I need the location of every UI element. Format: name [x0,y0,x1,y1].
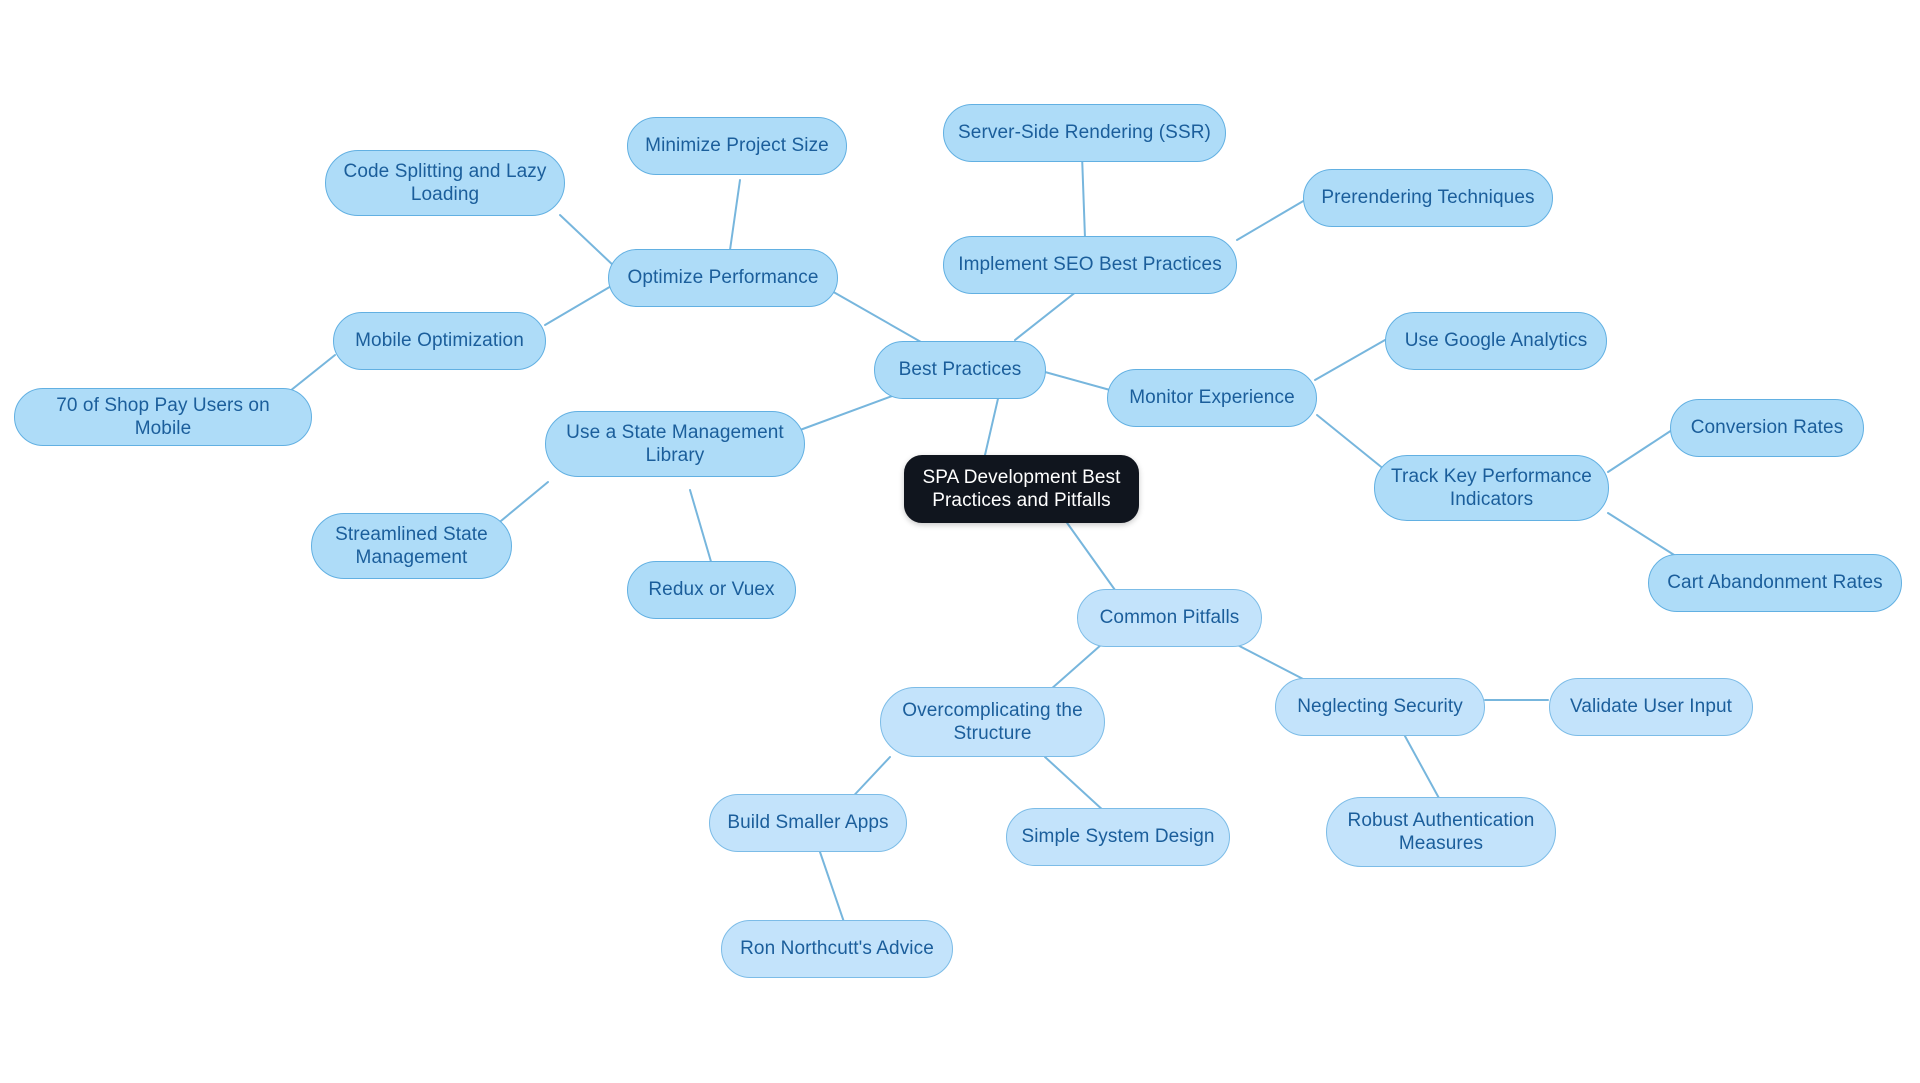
edge-build-ron [819,851,846,926]
node-overcomplicating-the-structure[interactable]: Overcomplicating the Structure [880,687,1105,757]
node-common-pitfalls[interactable]: Common Pitfalls [1077,589,1262,647]
edge-kpi-conversion [1607,429,1673,473]
node-cart-abandonment-rates[interactable]: Cart Abandonment Rates [1648,554,1902,612]
node-neglecting-security[interactable]: Neglecting Security [1275,678,1485,736]
node-monitor-experience[interactable]: Monitor Experience [1107,369,1317,427]
node-prerendering-techniques[interactable]: Prerendering Techniques [1303,169,1553,227]
node-track-key-performance-indicators[interactable]: Track Key Performance Indicators [1374,455,1609,521]
node-implement-seo-best-practices[interactable]: Implement SEO Best Practices [943,236,1237,294]
edge-oc-simpledesign [1044,756,1106,813]
node-minimize-project-size[interactable]: Minimize Project Size [627,117,847,175]
node-best-practices[interactable]: Best Practices [874,341,1046,399]
edge-bp-monitor [1044,371,1111,391]
node-mobile-optimization[interactable]: Mobile Optimization [333,312,546,370]
edge-seo-prerender [1236,199,1306,241]
node-server-side-rendering[interactable]: Server-Side Rendering (SSR) [943,104,1226,162]
edge-root-best-practices [984,389,1001,456]
node-validate-user-input[interactable]: Validate User Input [1549,678,1753,736]
edge-monitor-ga [1314,339,1386,381]
node-simple-system-design[interactable]: Simple System Design [1006,808,1230,866]
node-ron-northcutts-advice[interactable]: Ron Northcutt's Advice [721,920,953,978]
node-streamlined-state-management[interactable]: Streamlined State Management [311,513,512,579]
edge-sec-robust [1399,726,1441,801]
edge-state-redux [689,489,713,566]
edge-opt-minimize [729,179,741,251]
node-root-spa-development[interactable]: SPA Development Best Practices and Pitfa… [904,455,1139,523]
node-code-splitting[interactable]: Code Splitting and Lazy Loading [325,150,565,216]
edge-root-common-pitfalls [1059,512,1116,591]
edge-layer [284,154,1691,926]
node-build-smaller-apps[interactable]: Build Smaller Apps [709,794,907,852]
edge-opt-mobile [544,284,614,326]
node-conversion-rates[interactable]: Conversion Rates [1670,399,1864,457]
edge-opt-codesplit [559,214,616,268]
node-shop-pay-users-on-mobile[interactable]: 70 of Shop Pay Users on Mobile [14,388,312,446]
edge-seo-ssr [1081,154,1086,239]
node-optimize-performance[interactable]: Optimize Performance [608,249,838,307]
node-redux-or-vuex[interactable]: Redux or Vuex [627,561,796,619]
node-use-google-analytics[interactable]: Use Google Analytics [1385,312,1607,370]
mindmap-canvas: Code Splitting and Lazy Loading Minimize… [0,0,1920,1083]
node-use-state-management-library[interactable]: Use a State Management Library [545,411,805,477]
node-robust-authentication-measures[interactable]: Robust Authentication Measures [1326,797,1556,867]
edge-monitor-kpi [1316,414,1386,471]
